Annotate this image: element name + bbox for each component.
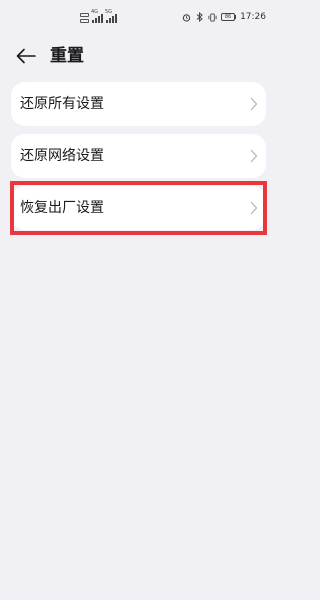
- network-type-2-label: 5G: [105, 9, 113, 15]
- status-left-group: 4G 5G: [80, 10, 117, 23]
- battery-icon: 86: [221, 13, 237, 21]
- sim-card-icon: [80, 13, 89, 23]
- chevron-right-icon: [250, 149, 258, 163]
- vibrate-icon: [208, 12, 217, 22]
- back-arrow-icon: [16, 48, 36, 64]
- status-bar: 4G 5G 86 17:26: [0, 0, 276, 34]
- network-type-label: 4G: [91, 9, 99, 15]
- reset-all-settings-item[interactable]: 还原所有设置: [11, 82, 266, 126]
- header: 重置: [0, 36, 276, 76]
- bluetooth-icon: [195, 12, 204, 22]
- signal-strength-2-icon: 5G: [105, 10, 117, 23]
- reset-all-settings-label: 还原所有设置: [20, 96, 104, 112]
- back-button[interactable]: [14, 44, 38, 68]
- battery-level: 86: [221, 13, 236, 21]
- factory-reset-item[interactable]: 恢复出厂设置: [11, 186, 266, 230]
- chevron-right-icon: [250, 97, 258, 111]
- reset-network-settings-item[interactable]: 还原网络设置: [11, 134, 266, 178]
- reset-network-settings-label: 还原网络设置: [20, 148, 104, 164]
- status-right-group: 86 17:26: [182, 10, 266, 24]
- alarm-icon: [182, 13, 191, 22]
- status-time: 17:26: [240, 12, 266, 22]
- page-title: 重置: [50, 46, 84, 66]
- chevron-right-icon: [250, 201, 258, 215]
- factory-reset-label: 恢复出厂设置: [20, 200, 104, 216]
- signal-strength-icon: 4G: [91, 10, 103, 23]
